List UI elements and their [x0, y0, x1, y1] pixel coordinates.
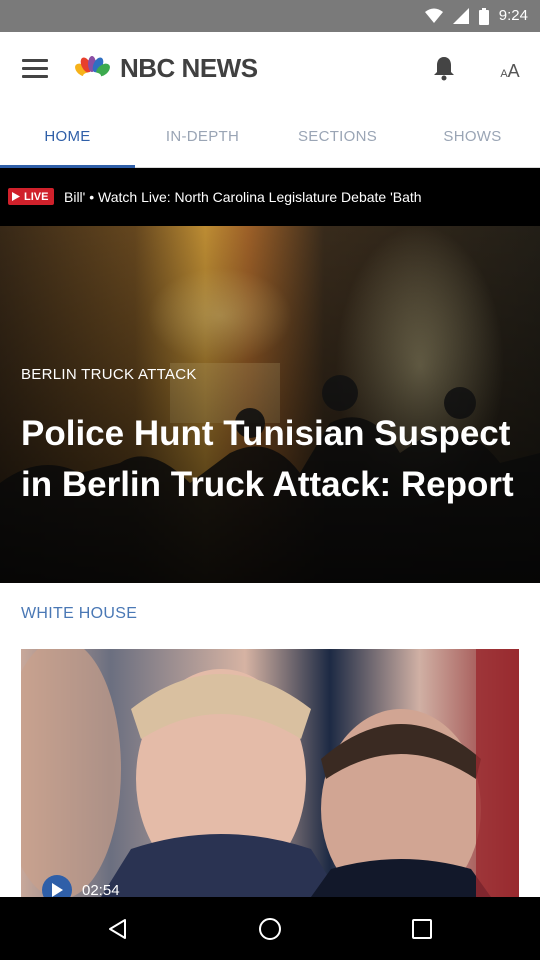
live-badge-label: LIVE — [24, 190, 49, 203]
play-icon[interactable] — [42, 875, 72, 897]
signal-icon — [452, 8, 469, 24]
nbc-news-logo[interactable]: NBC NEWS — [74, 52, 258, 84]
tab-in-depth-label: IN-DEPTH — [165, 127, 240, 145]
play-icon — [12, 192, 20, 201]
tab-sections-label: SECTIONS — [297, 127, 378, 145]
hero-story[interactable]: BERLIN TRUCK ATTACK Police Hunt Tunisian… — [0, 226, 540, 583]
app-bar: NBC NEWS A A — [0, 32, 540, 104]
wifi-icon — [424, 8, 443, 23]
recents-icon[interactable] — [406, 913, 438, 945]
section-label-white-house[interactable]: WHITE HOUSE — [21, 605, 137, 623]
font-size-big-glyph: A — [507, 61, 520, 81]
ticker-headline[interactable]: Bill' • Watch Live: North Carolina Legis… — [64, 186, 422, 208]
tab-home[interactable]: HOME — [0, 104, 135, 168]
tab-shows[interactable]: SHOWS — [405, 104, 540, 168]
tab-in-depth[interactable]: IN-DEPTH — [135, 104, 270, 168]
tab-sections[interactable]: SECTIONS — [270, 104, 405, 168]
hero-headline[interactable]: Police Hunt Tunisian Suspect in Berlin T… — [21, 408, 521, 510]
tab-home-label: HOME — [44, 127, 91, 145]
status-time: 9:24 — [498, 7, 528, 24]
live-badge: LIVE — [8, 188, 55, 205]
section-tabs: HOME IN-DEPTH SECTIONS SHOWS — [0, 104, 540, 168]
status-bar: 9:24 — [0, 0, 540, 32]
video-duration: 02:54 — [82, 881, 120, 898]
live-ticker[interactable]: Bill' • Watch Live: North Carolina Legis… — [0, 168, 540, 226]
hamburger-menu-icon[interactable] — [22, 54, 50, 82]
video-story-card[interactable]: 02:54 — [21, 649, 519, 897]
video-thumbnail — [21, 649, 519, 897]
hero-shade — [0, 226, 540, 583]
system-nav-bar — [0, 897, 540, 960]
tab-shows-label: SHOWS — [443, 127, 502, 145]
font-size-button[interactable]: A A — [494, 54, 526, 82]
home-icon[interactable] — [254, 913, 286, 945]
back-icon[interactable] — [102, 913, 134, 945]
battery-icon — [478, 7, 489, 25]
nbc-peacock-icon — [75, 56, 110, 80]
logo-text: NBC NEWS — [120, 53, 258, 83]
hero-kicker: BERLIN TRUCK ATTACK — [21, 366, 197, 383]
font-size-small-glyph: A — [500, 68, 508, 80]
status-icons: 9:24 — [424, 6, 528, 26]
video-meta: 02:54 — [42, 875, 120, 897]
bell-icon[interactable] — [430, 54, 458, 82]
